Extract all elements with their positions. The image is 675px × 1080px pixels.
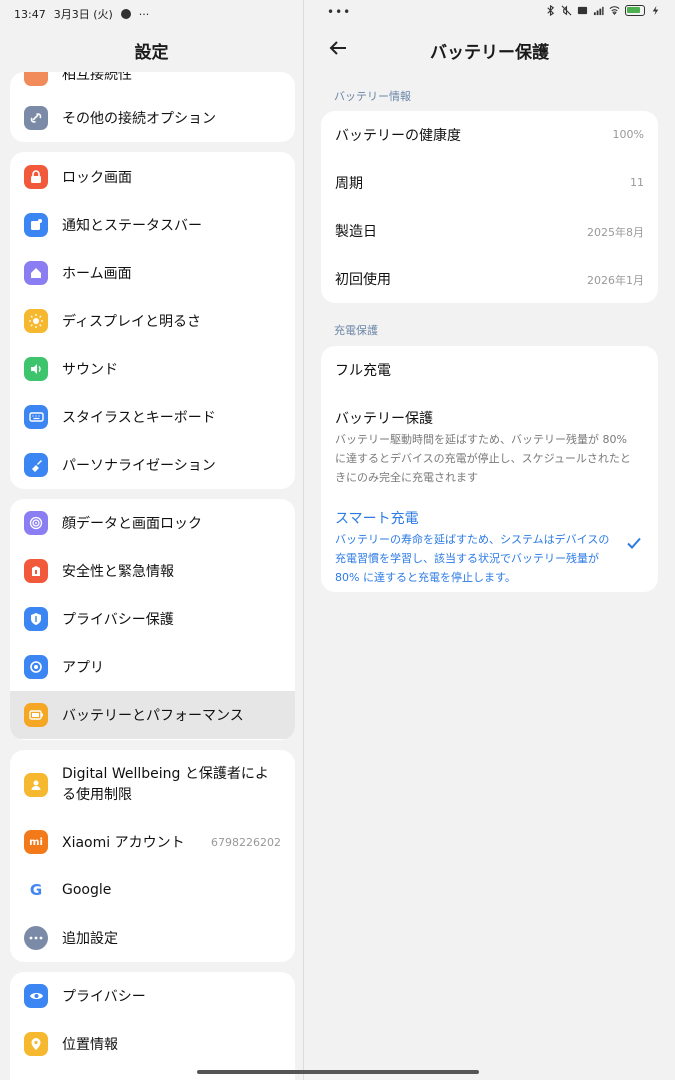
settings-item-label: ロック画面 <box>62 170 132 186</box>
section-battery-info: バッテリー情報 <box>334 90 411 103</box>
link-icon <box>24 72 48 86</box>
sun-icon <box>24 309 48 333</box>
settings-item-digital-wellbeing[interactable]: Digital Wellbeing と保護者による使用制限 <box>10 750 295 820</box>
info-key: 周期 <box>335 176 363 192</box>
settings-item-notifications[interactable]: 通知とステータスバー <box>10 201 295 249</box>
settings-item-label: バッテリーとパフォーマンス <box>62 708 244 724</box>
location-icon <box>24 1032 48 1056</box>
emergency-icon <box>24 559 48 583</box>
option-description: バッテリーの寿命を延ばすため、システムはデバイスの充電習慣を学習し、該当する状況… <box>335 533 610 584</box>
google-icon: G <box>24 878 48 902</box>
info-row-first-use: 初回使用 2026年1月 <box>321 255 658 303</box>
settings-item-safety[interactable]: 安全性と緊急情報 <box>10 547 295 595</box>
settings-item-google[interactable]: G Google <box>10 866 295 914</box>
option-battery-protection[interactable]: バッテリー保護 バッテリー駆動時間を延ばすため、バッテリー残量が 80% に達す… <box>335 408 635 487</box>
settings-item-label: その他の接続オプション <box>62 111 216 127</box>
page-title: 設定 <box>134 43 169 63</box>
settings-item-label: Google <box>62 882 112 898</box>
settings-item-xiaomi-account[interactable]: mi Xiaomi アカウント 6798226202 <box>10 818 295 866</box>
option-full-charge[interactable]: フル充電 <box>335 360 635 380</box>
settings-card-accounts: Digital Wellbeing と保護者による使用制限 mi Xiaomi … <box>10 750 295 962</box>
info-row-cycle: 周期 11 <box>321 159 658 207</box>
settings-item-stylus-keyboard[interactable]: スタイラスとキーボード <box>10 393 295 441</box>
info-value: 2025年8月 <box>587 226 644 239</box>
settings-item-privacy[interactable]: プライバシー <box>10 972 295 1020</box>
battery-info-card: バッテリーの健康度 100% 周期 11 製造日 2025年8月 初回使用 20… <box>321 111 658 303</box>
eye-icon <box>24 984 48 1008</box>
keyboard-icon <box>24 405 48 429</box>
settings-item-label: アプリ <box>62 660 104 676</box>
info-value: 2026年1月 <box>587 274 644 287</box>
settings-item-battery-performance[interactable]: バッテリーとパフォーマンス <box>10 691 295 739</box>
settings-item-label: ホーム画面 <box>62 266 132 282</box>
settings-card-security: 顔データと画面ロック 安全性と緊急情報 プライバシー保護 アプリ バッテリーとパ… <box>10 499 295 740</box>
section-charge-protection: 充電保護 <box>334 324 378 337</box>
settings-item-personalization[interactable]: パーソナライゼーション <box>10 441 295 489</box>
settings-item-sound[interactable]: サウンド <box>10 345 295 393</box>
battery-icon <box>24 703 48 727</box>
settings-item-label: ディスプレイと明るさ <box>62 314 202 330</box>
info-value: 100% <box>612 128 644 141</box>
connection-icon <box>24 106 48 130</box>
mi-icon: mi <box>24 830 48 854</box>
settings-item-label: 位置情報 <box>62 1037 118 1053</box>
settings-list-pane: 設定 相互接続性 その他の接続オプション ロック画面 通知とステータスバー ホー… <box>0 0 303 1080</box>
info-row-health: バッテリーの健康度 100% <box>321 111 658 159</box>
settings-item-label: 追加設定 <box>62 931 118 947</box>
lock-icon <box>24 165 48 189</box>
option-title: フル充電 <box>335 363 391 379</box>
settings-item-label: プライバシー <box>62 989 146 1005</box>
shield-icon <box>24 607 48 631</box>
checkmark-icon <box>627 537 641 549</box>
battery-protection-pane: バッテリー保護 バッテリー情報 バッテリーの健康度 100% 周期 11 製造日… <box>304 0 675 1080</box>
more-icon <box>24 926 48 950</box>
settings-item-display[interactable]: ディスプレイと明るさ <box>10 297 295 345</box>
account-id: 6798226202 <box>211 835 281 849</box>
settings-item-label: サウンド <box>62 362 118 378</box>
settings-item-label: 相互接続性 <box>62 72 132 83</box>
charge-options-card: フル充電 バッテリー保護 バッテリー駆動時間を延ばすため、バッテリー残量が 80… <box>321 346 658 592</box>
settings-item-location[interactable]: 位置情報 <box>10 1020 295 1068</box>
settings-card-display: ロック画面 通知とステータスバー ホーム画面 ディスプレイと明るさ サウンド ス… <box>10 152 295 489</box>
info-key: 初回使用 <box>335 272 391 288</box>
home-icon <box>24 261 48 285</box>
settings-item-other-connection[interactable]: その他の接続オプション <box>10 94 295 142</box>
option-description: バッテリー駆動時間を延ばすため、バッテリー残量が 80% に達するとデバイスの充… <box>335 433 631 484</box>
settings-item-privacy-protection[interactable]: プライバシー保護 <box>10 595 295 643</box>
settings-item-face-lock[interactable]: 顔データと画面ロック <box>10 499 295 547</box>
brush-icon <box>24 453 48 477</box>
option-smart-charge[interactable]: スマート充電 バッテリーの寿命を延ばすため、システムはデバイスの充電習慣を学習し… <box>335 508 620 587</box>
face-icon <box>24 511 48 535</box>
info-row-manufacture-date: 製造日 2025年8月 <box>321 207 658 255</box>
settings-card-privacy: プライバシー 位置情報 <box>10 972 295 1080</box>
option-title: スマート充電 <box>335 511 419 527</box>
settings-item-label: 顔データと画面ロック <box>62 516 202 532</box>
settings-card-connectivity: 相互接続性 その他の接続オプション <box>10 72 295 142</box>
option-title: バッテリー保護 <box>335 411 433 427</box>
notification-badge-icon <box>24 213 48 237</box>
info-value: 11 <box>630 176 644 189</box>
settings-item-label: プライバシー保護 <box>62 612 174 628</box>
info-key: 製造日 <box>335 224 377 240</box>
wellbeing-icon <box>24 773 48 797</box>
settings-item-label: 通知とステータスバー <box>62 218 202 234</box>
settings-item-home-screen[interactable]: ホーム画面 <box>10 249 295 297</box>
settings-item-additional[interactable]: 追加設定 <box>10 914 295 962</box>
settings-item-lock-screen[interactable]: ロック画面 <box>10 153 295 201</box>
info-key: バッテリーの健康度 <box>335 128 461 144</box>
settings-item-label: パーソナライゼーション <box>62 458 216 474</box>
apps-icon <box>24 655 48 679</box>
page-title: バッテリー保護 <box>430 43 549 63</box>
settings-item-label: Digital Wellbeing と保護者による使用制限 <box>62 766 269 803</box>
speaker-icon <box>24 357 48 381</box>
settings-item-apps[interactable]: アプリ <box>10 643 295 691</box>
settings-item-label: 安全性と緊急情報 <box>62 564 174 580</box>
settings-item-label: スタイラスとキーボード <box>62 410 216 426</box>
home-gesture-bar[interactable] <box>197 1070 479 1074</box>
settings-item-label: Xiaomi アカウント <box>62 835 185 851</box>
